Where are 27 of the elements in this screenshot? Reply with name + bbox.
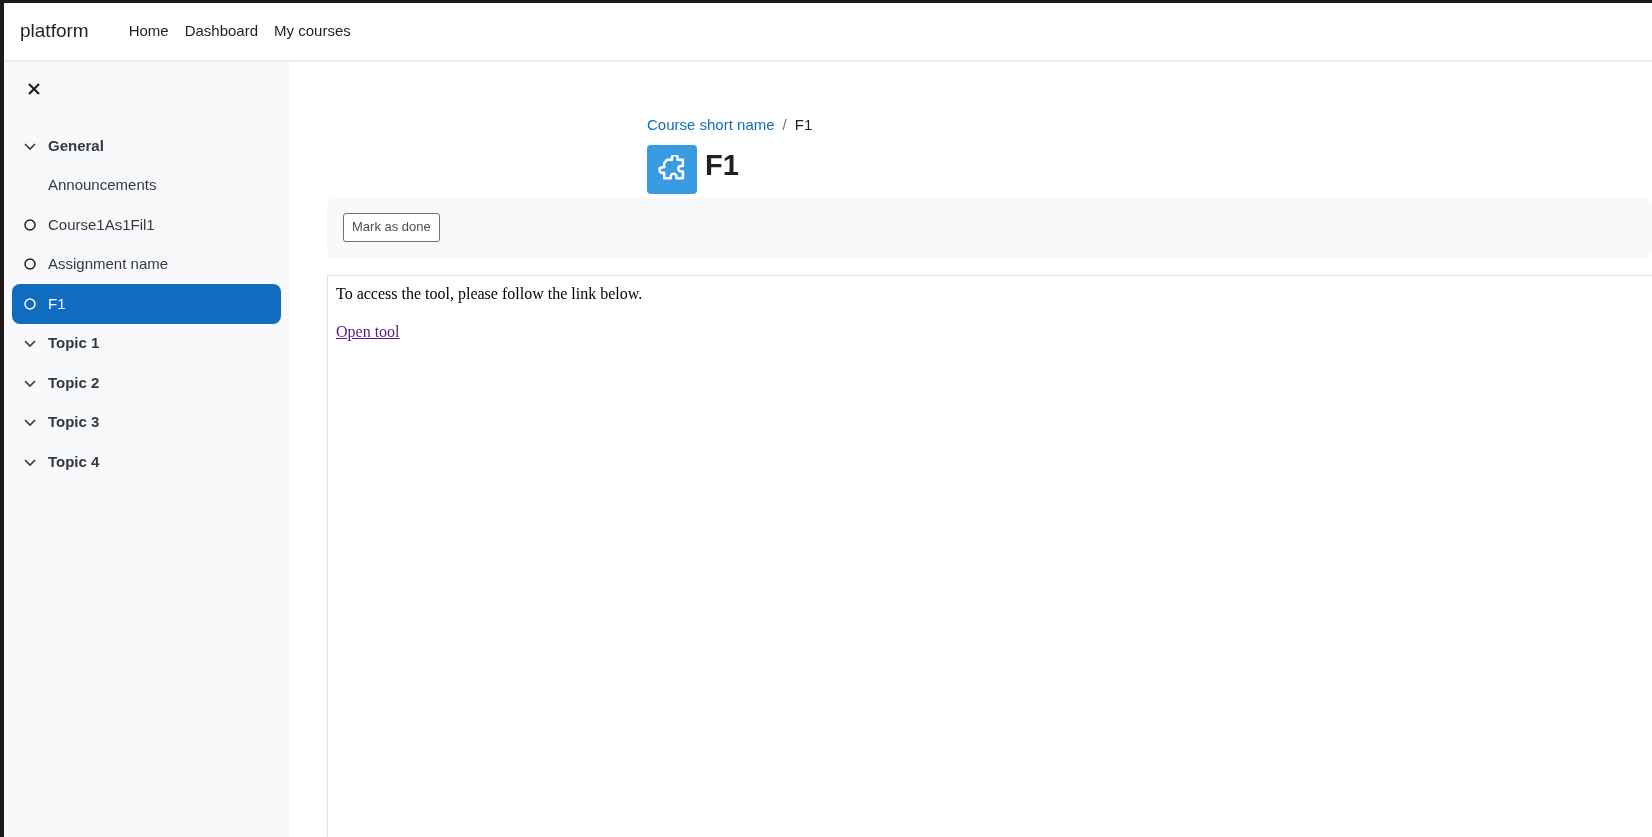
chevron-icon[interactable] <box>24 416 36 429</box>
breadcrumb-separator: / <box>782 115 787 135</box>
section-item[interactable]: General <box>12 126 281 166</box>
page-title: F1 <box>705 150 739 180</box>
chevron-icon[interactable] <box>24 337 36 350</box>
activity-item[interactable]: F1 <box>12 284 281 324</box>
breadcrumb-link[interactable]: Course short name <box>647 114 775 137</box>
circle-icon <box>24 218 36 231</box>
section-item[interactable]: Topic 4 <box>12 442 281 482</box>
circle-icon <box>24 297 36 310</box>
instruction-text: To access the tool, please follow the link below. <box>336 283 643 305</box>
mark-as-done-button[interactable]: Mark as done <box>343 213 440 242</box>
breadcrumb-current: F1 <box>794 115 813 135</box>
plugin-icon <box>647 144 697 194</box>
close-icon[interactable] <box>27 82 41 96</box>
circle-icon <box>24 258 36 271</box>
nav-link[interactable]: Dashboard <box>176 20 267 43</box>
section-item[interactable]: Topic 2 <box>12 363 281 403</box>
open-tool-link[interactable]: Open tool <box>336 322 400 340</box>
site-brand[interactable]: platform <box>20 17 89 46</box>
section-item[interactable]: Topic 3 <box>12 402 281 442</box>
nav-link[interactable]: My courses <box>266 20 359 43</box>
activity-item[interactable]: Announcements <box>12 165 281 205</box>
nav-link[interactable]: Home <box>120 20 177 43</box>
section-item[interactable]: Topic 1 <box>12 323 281 363</box>
activity-item[interactable]: Assignment name <box>12 244 281 284</box>
activity-item[interactable]: Course1As1Fil1 <box>12 205 281 245</box>
